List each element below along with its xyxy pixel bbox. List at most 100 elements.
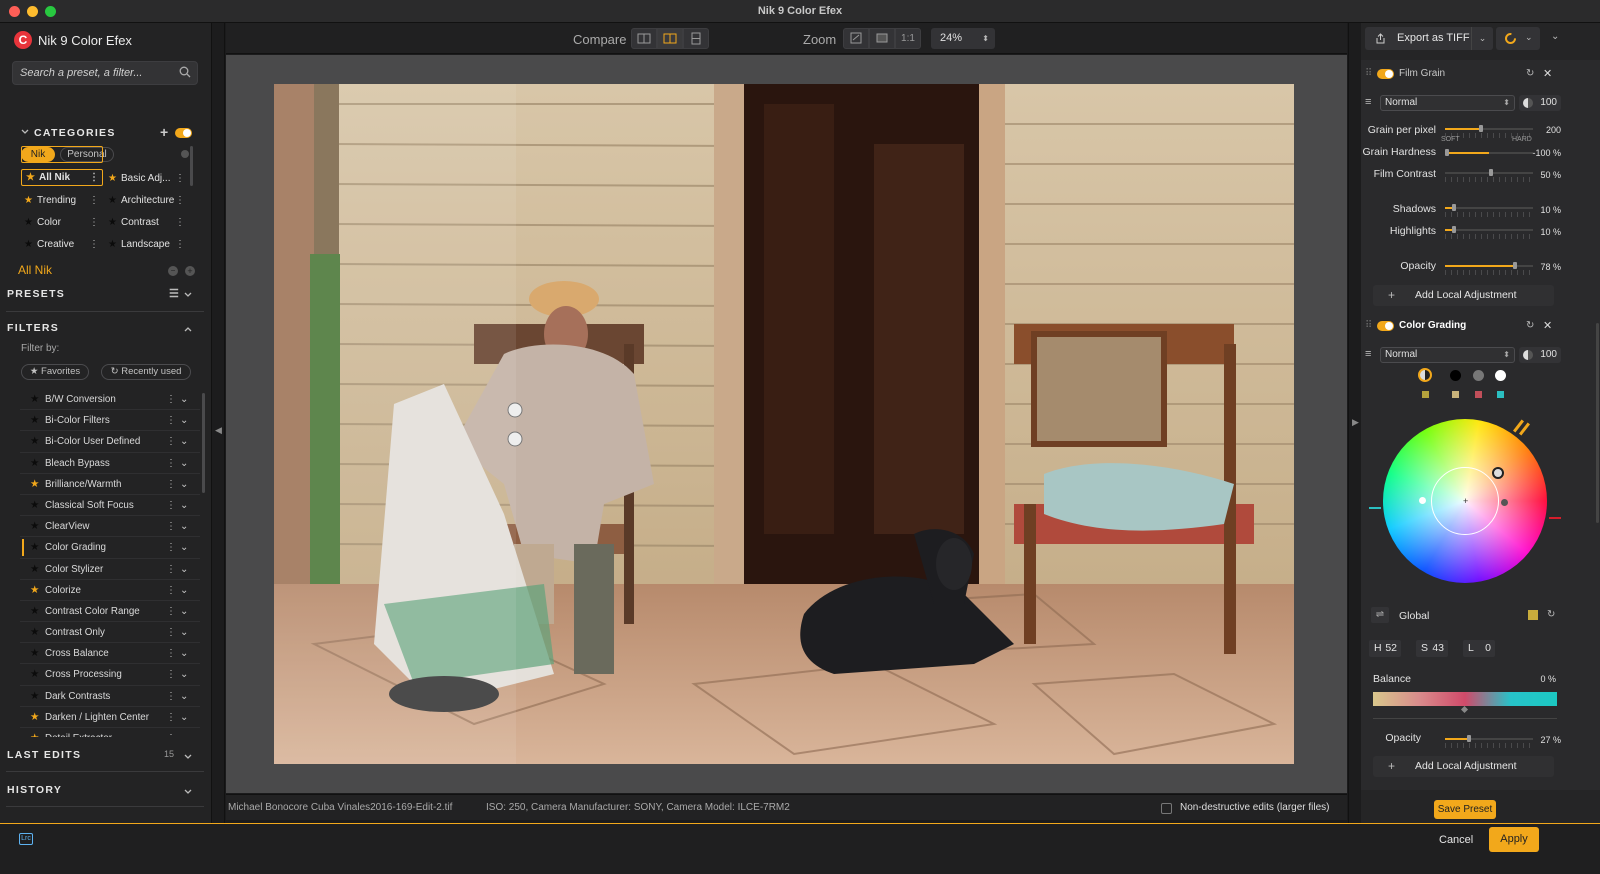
add-category-icon[interactable]: +: [160, 124, 169, 140]
chevron-down-icon[interactable]: [183, 787, 193, 797]
filter-item[interactable]: ★ Bi-Color User Defined ⋮ ⌄: [20, 431, 200, 453]
category-landscape[interactable]: ★ Landscape ⋮: [104, 236, 188, 253]
film-grain-header[interactable]: ⠿ Film Grain ↻ ✕: [1361, 64, 1600, 84]
filters-header[interactable]: FILTERS: [0, 321, 211, 337]
filter-item[interactable]: ★ Bleach Bypass ⋮ ⌄: [20, 453, 200, 474]
add-icon[interactable]: +: [185, 266, 195, 276]
star-icon[interactable]: ★: [30, 537, 39, 558]
hue-handle[interactable]: [1492, 467, 1504, 479]
menu-icon[interactable]: ≡: [1365, 96, 1371, 108]
close-icon[interactable]: ✕: [1543, 316, 1552, 336]
zoom-select[interactable]: 24% ⬍: [931, 28, 995, 49]
filter-item[interactable]: ★ Contrast Color Range ⋮ ⌄: [20, 601, 200, 623]
list-view-icon[interactable]: ☰: [169, 287, 179, 300]
search-input[interactable]: [13, 62, 173, 84]
more-icon[interactable]: ⋮: [166, 601, 176, 622]
grain-hardness-slider[interactable]: [1445, 149, 1533, 156]
chevron-down-icon[interactable]: ⌄: [180, 643, 188, 664]
zoom-fill-button[interactable]: [869, 28, 895, 49]
chevron-down-icon[interactable]: ⌄: [180, 537, 188, 558]
filter-item[interactable]: ★ Brilliance/Warmth ⋮ ⌄: [20, 474, 200, 495]
more-icon[interactable]: ⋮: [166, 389, 176, 410]
chevron-down-icon[interactable]: ⌄: [180, 601, 188, 622]
chevron-down-icon[interactable]: ⌄: [180, 516, 188, 537]
more-icon[interactable]: ⋮: [166, 707, 176, 728]
chevron-down-icon[interactable]: ⌄: [180, 495, 188, 516]
filter-item[interactable]: ★ Cross Processing ⋮ ⌄: [20, 664, 200, 686]
chevron-down-icon[interactable]: [183, 752, 193, 762]
chevron-down-icon[interactable]: ⌄: [180, 474, 188, 495]
color-grading-blend-select[interactable]: Normal ⬍: [1380, 347, 1515, 363]
more-icon[interactable]: ⋮: [89, 192, 99, 209]
balance-knob[interactable]: [1460, 705, 1469, 714]
category-architecture[interactable]: ★ Architecture ⋮: [104, 192, 188, 209]
shadows-tone-selector[interactable]: [1450, 370, 1461, 381]
chevron-up-icon[interactable]: [183, 324, 193, 334]
hue-field[interactable]: H 52: [1369, 640, 1401, 657]
more-icon[interactable]: ⋮: [89, 236, 99, 253]
reset-icon[interactable]: ↻: [1526, 64, 1534, 84]
category-basic-adj[interactable]: ★ Basic Adj... ⋮: [104, 170, 188, 187]
more-icon[interactable]: ⋮: [166, 686, 176, 707]
more-icon[interactable]: ⋮: [166, 431, 176, 452]
category-contrast[interactable]: ★ Contrast ⋮: [104, 214, 188, 231]
balance-handle[interactable]: [1419, 497, 1426, 504]
film-grain-blend-select[interactable]: Normal ⬍: [1380, 95, 1515, 111]
left-panel-collapse[interactable]: ◀: [212, 23, 225, 838]
selected-color-swatch[interactable]: [1528, 610, 1538, 620]
chevron-down-icon[interactable]: [183, 290, 193, 300]
filter-item[interactable]: ★ Color Stylizer ⋮ ⌄: [20, 559, 200, 580]
filter-item[interactable]: ★ B/W Conversion ⋮ ⌄: [20, 389, 200, 411]
export-options-button[interactable]: ⌄: [1471, 27, 1493, 50]
shadows-slider[interactable]: [1445, 204, 1533, 211]
more-icon[interactable]: ⋮: [175, 170, 185, 187]
film-grain-opacity-slider[interactable]: [1445, 262, 1533, 269]
category-all-nik[interactable]: [21, 146, 103, 163]
more-icon[interactable]: ⋮: [166, 495, 176, 516]
history-header[interactable]: HISTORY: [0, 782, 211, 798]
chevron-down-icon[interactable]: ⌄: [180, 664, 188, 685]
filter-item[interactable]: ★ Colorize ⋮ ⌄: [20, 580, 200, 601]
recently-used-filter-button[interactable]: ↻ Recently used: [101, 364, 191, 380]
category-trending[interactable]: ★ Trending ⋮: [20, 192, 102, 209]
cancel-button[interactable]: Cancel: [1439, 834, 1473, 846]
filter-item[interactable]: ★ Contrast Only ⋮ ⌄: [20, 622, 200, 644]
more-icon[interactable]: ⋮: [166, 516, 176, 537]
categories-header[interactable]: CATEGORIES +: [0, 124, 211, 141]
reset-icon[interactable]: ↻: [1526, 316, 1534, 336]
midtones-tone-selector[interactable]: [1473, 370, 1484, 381]
filter-item[interactable]: ★ Darken / Lighten Center ⋮ ⌄: [20, 707, 200, 728]
sync-options-button[interactable]: ⌄: [1496, 27, 1540, 50]
categories-toggle[interactable]: [175, 128, 192, 138]
reset-icon[interactable]: ↻: [1547, 609, 1555, 620]
filter-item[interactable]: ★ ClearView ⋮ ⌄: [20, 516, 200, 538]
drag-handle-icon[interactable]: ⠿: [1365, 64, 1372, 84]
color-wheel[interactable]: +: [1383, 419, 1547, 583]
film-grain-opacity-box[interactable]: 100: [1519, 95, 1561, 111]
right-panel-collapse[interactable]: ▶: [1348, 23, 1361, 823]
more-icon[interactable]: ⋮: [166, 559, 176, 580]
chevron-down-icon[interactable]: ⌄: [180, 559, 188, 580]
filter-item[interactable]: ★ Dark Contrasts ⋮ ⌄: [20, 686, 200, 707]
color-grading-add-local-button[interactable]: + Add Local Adjustment: [1373, 756, 1554, 777]
panel-menu-icon[interactable]: ⌄: [1551, 31, 1559, 42]
more-icon[interactable]: ⋮: [166, 643, 176, 664]
chevron-down-icon[interactable]: ⌄: [180, 389, 188, 410]
zoom-100-button[interactable]: 1:1: [895, 28, 921, 49]
grain-per-pixel-slider[interactable]: [1445, 125, 1533, 132]
chevron-right-icon[interactable]: ▶: [1352, 417, 1359, 428]
chevron-down-icon[interactable]: ⌄: [180, 580, 188, 601]
menu-icon[interactable]: ≡: [1365, 348, 1371, 360]
filters-scrollbar[interactable]: [202, 393, 205, 493]
save-preset-button[interactable]: Save Preset: [1434, 800, 1496, 819]
luminance-handle[interactable]: [1501, 499, 1508, 506]
filter-item[interactable]: ★ Cross Balance ⋮ ⌄: [20, 643, 200, 665]
settings-dot-icon[interactable]: [181, 150, 189, 158]
filter-item[interactable]: ★ Bi-Color Filters ⋮ ⌄: [20, 410, 200, 432]
compare-split-button[interactable]: [657, 28, 683, 49]
chevron-down-icon[interactable]: ⌄: [180, 431, 188, 452]
star-icon[interactable]: ★: [30, 453, 39, 474]
color-grading-header[interactable]: ⠿ Color Grading ↻ ✕: [1361, 316, 1600, 336]
color-grading-opacity-box[interactable]: 100: [1519, 347, 1561, 363]
film-grain-add-local-button[interactable]: + Add Local Adjustment: [1373, 285, 1554, 306]
